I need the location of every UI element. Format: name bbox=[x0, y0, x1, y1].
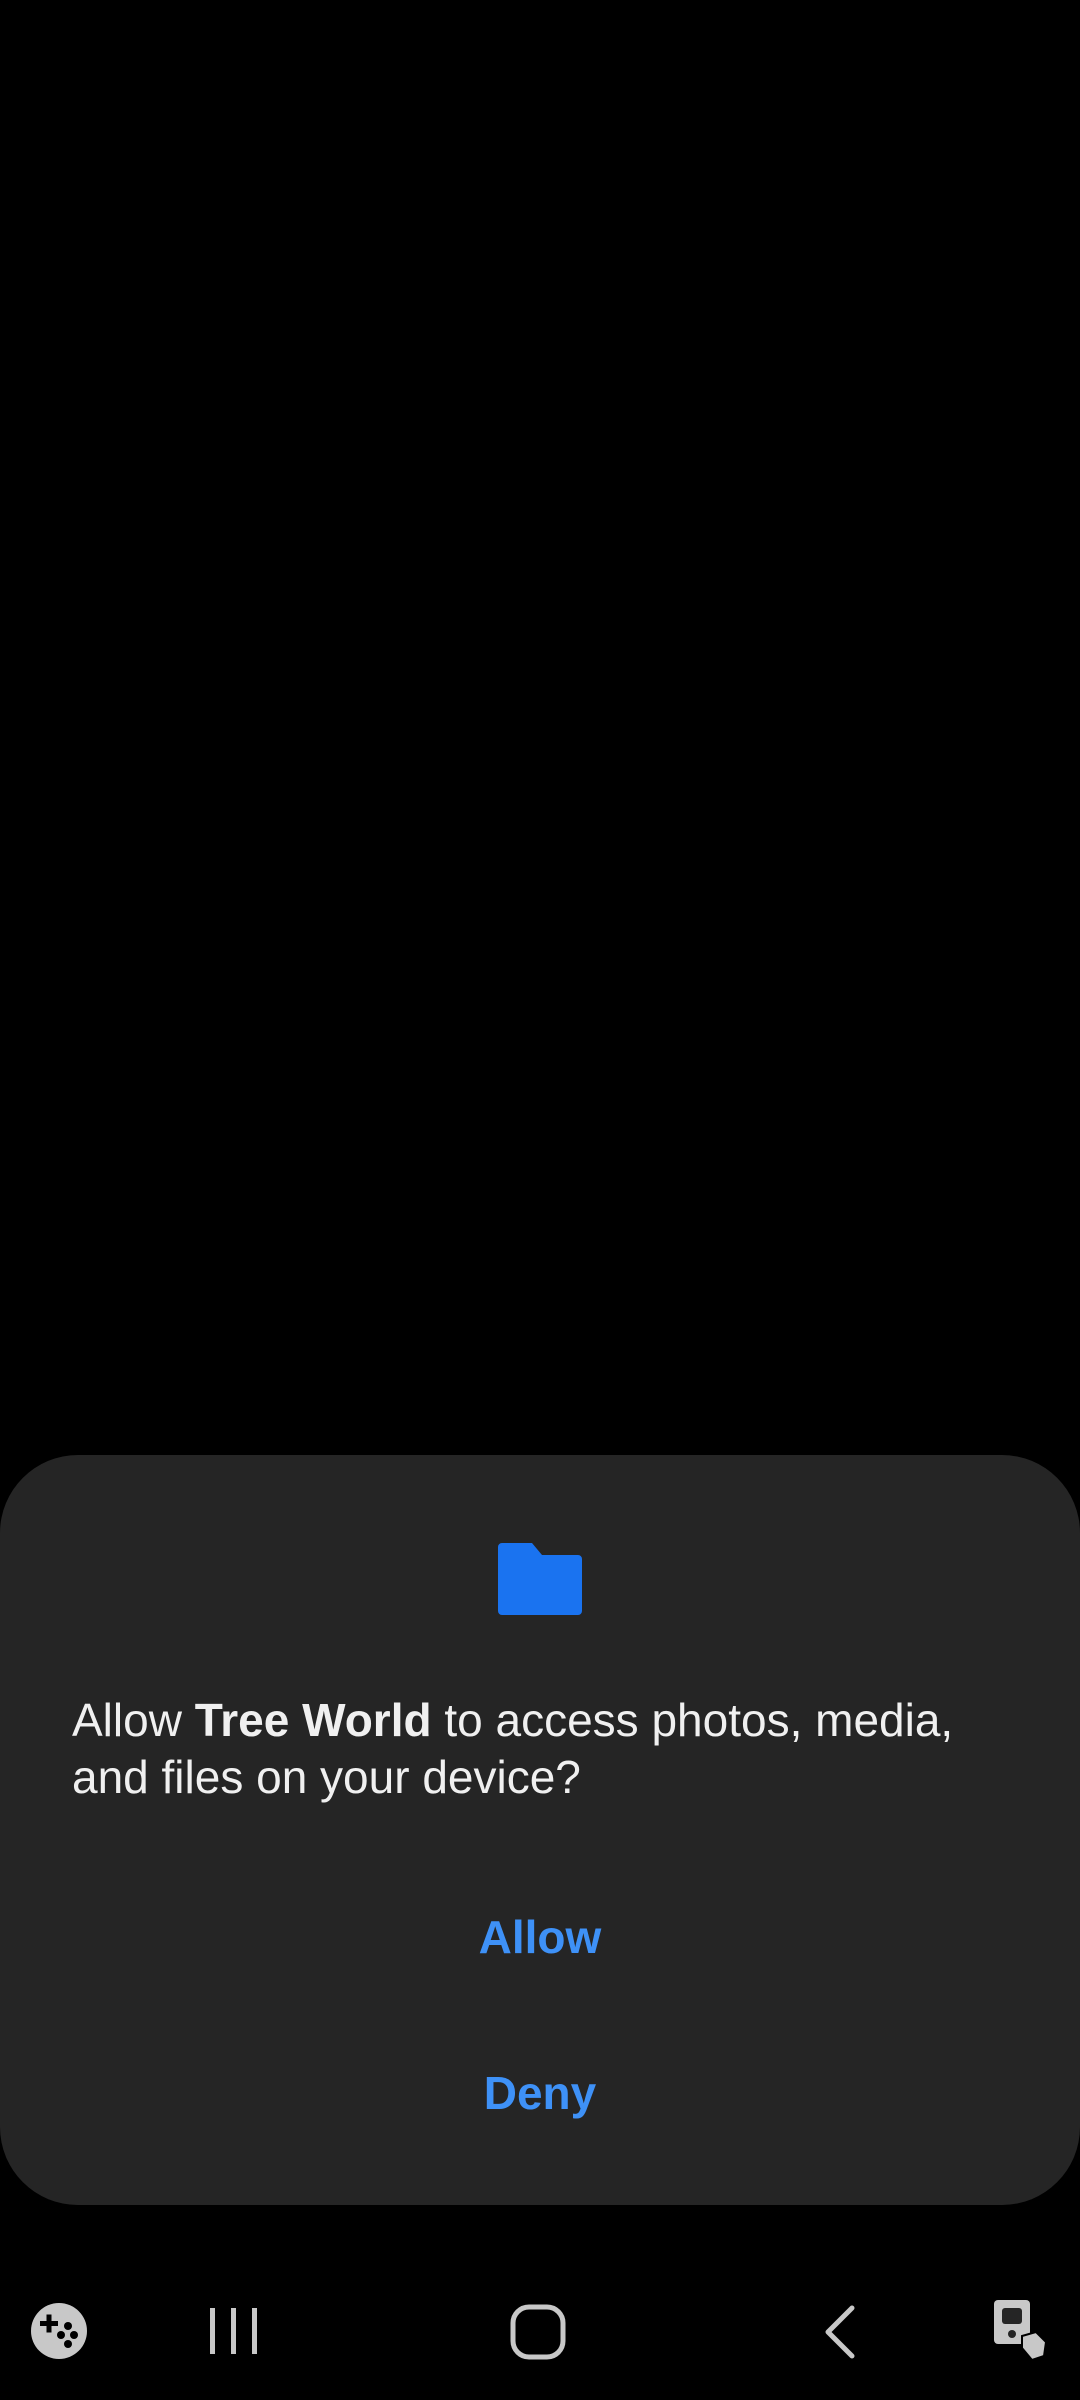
folder-icon bbox=[498, 1543, 582, 1615]
game-tools-icon[interactable] bbox=[30, 2302, 88, 2360]
deny-button[interactable]: Deny bbox=[0, 2063, 1080, 2123]
screen: Allow Tree World to access photos, media… bbox=[0, 0, 1080, 2400]
app-name: Tree World bbox=[194, 1694, 432, 1746]
allow-button[interactable]: Allow bbox=[0, 1907, 1080, 1967]
message-prefix: Allow bbox=[72, 1694, 195, 1746]
home-icon[interactable] bbox=[510, 2304, 566, 2360]
permission-message: Allow Tree World to access photos, media… bbox=[72, 1692, 1012, 1806]
accessibility-touch-icon[interactable] bbox=[992, 2296, 1052, 2362]
back-icon[interactable] bbox=[820, 2304, 860, 2360]
recent-apps-icon[interactable] bbox=[208, 2306, 260, 2356]
navigation-bar bbox=[0, 2280, 1080, 2400]
